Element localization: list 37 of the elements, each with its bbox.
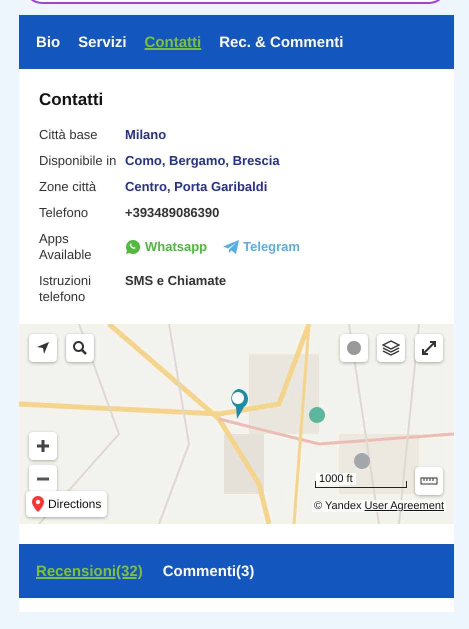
- field-value: +393489086390: [125, 205, 220, 221]
- field-value: SMS e Chiamate: [125, 273, 226, 290]
- ruler-button[interactable]: [415, 467, 443, 495]
- copyright-text: © Yandex: [314, 500, 362, 512]
- chat-bubble-icon: [125, 239, 141, 255]
- tab[interactable]: Servizi: [78, 34, 127, 50]
- search-button[interactable]: [66, 334, 94, 362]
- zoom-out-button[interactable]: [29, 465, 57, 493]
- tab[interactable]: Rec. & Commenti: [219, 34, 344, 50]
- location-pin-icon: [32, 496, 44, 512]
- field-value[interactable]: Como, Bergamo, Brescia: [125, 153, 280, 169]
- tab[interactable]: Commenti(3): [162, 562, 254, 580]
- layers-icon: [382, 340, 400, 356]
- field-label: Apps Available: [39, 231, 93, 263]
- layers-button[interactable]: [377, 334, 405, 362]
- agreement-link[interactable]: User Agreement: [364, 500, 444, 512]
- paper-plane-icon: [223, 240, 240, 254]
- field-label: Telefono: [39, 205, 90, 221]
- plus-icon: [36, 439, 50, 453]
- arrow-icon: [35, 340, 51, 356]
- search-icon: [72, 340, 88, 356]
- theme-button[interactable]: [340, 334, 368, 362]
- zoom-in-button[interactable]: [29, 432, 57, 460]
- section-title: Contatti: [39, 90, 104, 110]
- field-value[interactable]: Milano: [125, 127, 166, 143]
- tab[interactable]: Bio: [36, 34, 60, 50]
- field-value[interactable]: Centro, Porta Garibaldi: [125, 179, 268, 195]
- ruler-icon: [420, 477, 438, 485]
- scale-label: 1000 ft: [316, 473, 356, 485]
- fullscreen-button[interactable]: [415, 334, 443, 362]
- field-label: Città base: [39, 127, 99, 143]
- locate-button[interactable]: [29, 334, 57, 362]
- field-label: Istruzioni telefono: [39, 273, 92, 305]
- field-label: Disponibile in: [39, 153, 117, 169]
- directions-button[interactable]: Directions: [26, 491, 108, 517]
- field-label: Zone città: [39, 179, 98, 195]
- expand-icon: [421, 340, 437, 356]
